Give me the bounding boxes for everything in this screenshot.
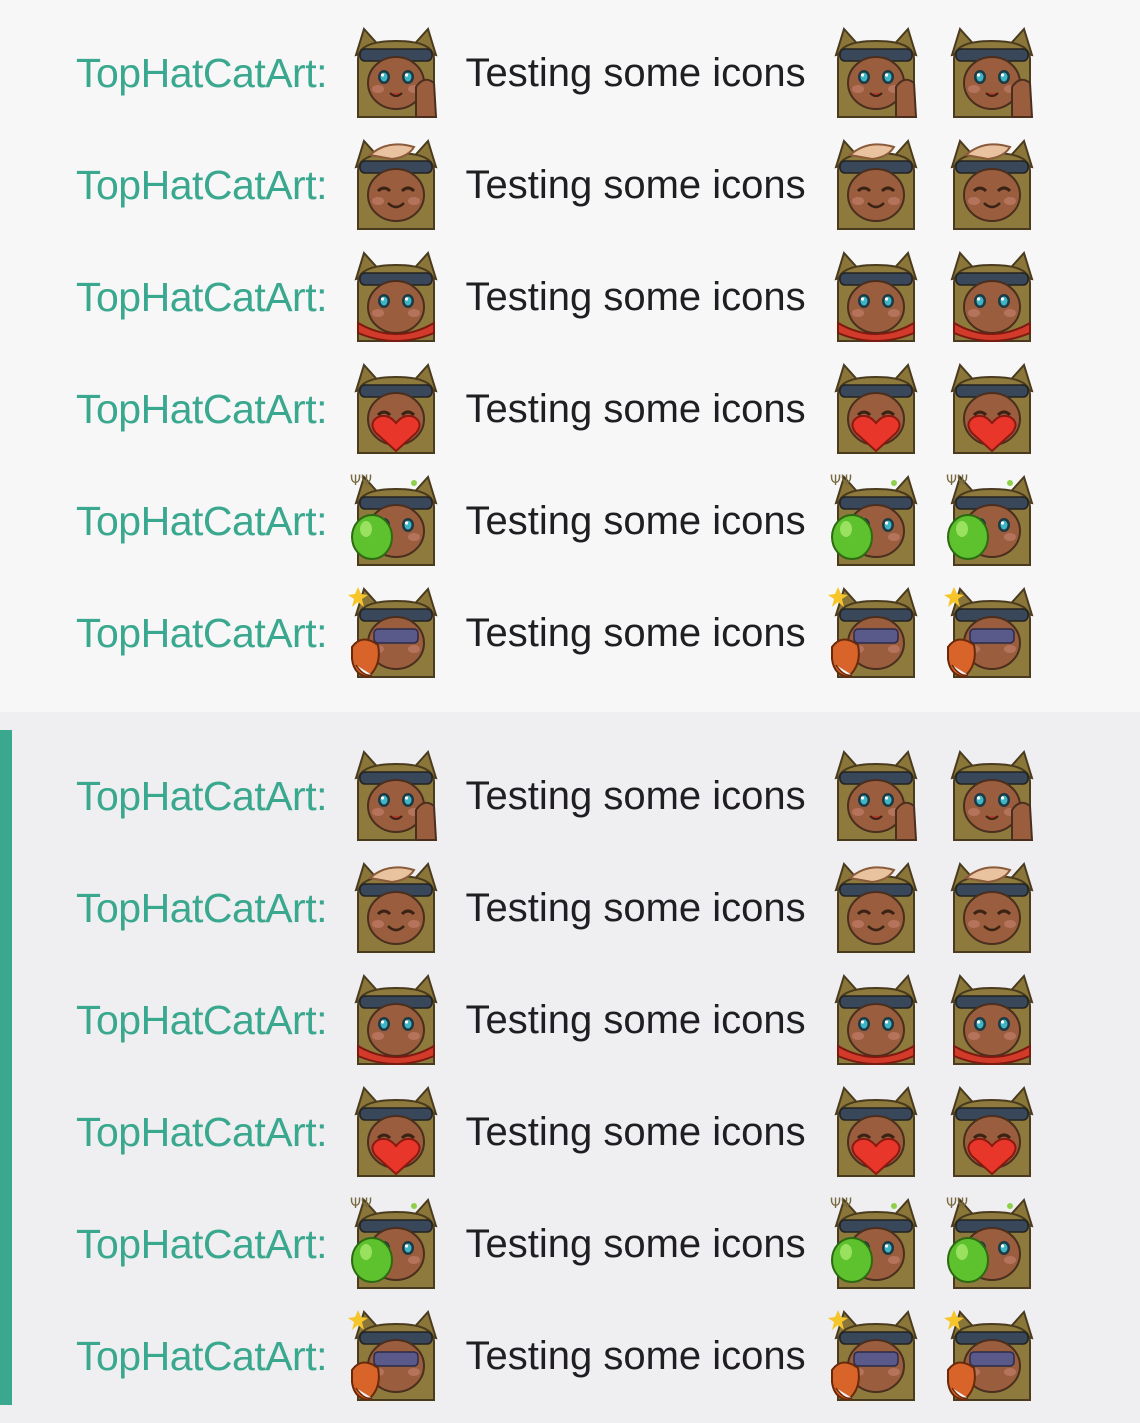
username-colon: : bbox=[316, 1108, 328, 1155]
chat-message: TopHatCatArt: Testing some icons bbox=[0, 1300, 1140, 1412]
cat-pat-emote bbox=[944, 860, 1040, 956]
svg-text:ΨΨ: ΨΨ bbox=[350, 1196, 372, 1212]
chat-message-text: Testing some icons bbox=[465, 498, 806, 543]
chat-message: TopHatCatArt: Testing some icons bbox=[0, 577, 1140, 689]
highlighted-message-group: TopHatCatArt: Testing some icons TopHatC… bbox=[0, 712, 1140, 1423]
chat-message: TopHatCatArt: Testing some icons bbox=[0, 1076, 1140, 1188]
chat-username[interactable]: TopHatCatArt bbox=[76, 498, 317, 545]
svg-text:ΨΨ: ΨΨ bbox=[350, 473, 372, 489]
chat-message-text: Testing some icons bbox=[465, 610, 806, 655]
chat-message-text: Testing some icons bbox=[465, 1221, 806, 1266]
cat-scarf-emote bbox=[828, 249, 924, 345]
cat-heart-emote bbox=[828, 361, 924, 457]
cat-potion-emote: ΨΨ bbox=[348, 473, 444, 569]
chat-username[interactable]: TopHatCatArt bbox=[76, 1221, 317, 1268]
cat-wave-emote bbox=[944, 25, 1040, 121]
chat-message-text: Testing some icons bbox=[465, 885, 806, 930]
chat-message: TopHatCatArt: Testing some icons bbox=[0, 353, 1140, 465]
svg-text:ΨΨ: ΨΨ bbox=[830, 473, 852, 489]
chat-message: TopHatCatArt: Testing some icons bbox=[0, 852, 1140, 964]
username-colon: : bbox=[316, 49, 328, 96]
cat-wave-emote bbox=[828, 25, 924, 121]
cat-pat-emote bbox=[944, 137, 1040, 233]
cat-scarf-emote bbox=[348, 972, 444, 1068]
chat-message-text: Testing some icons bbox=[465, 50, 806, 95]
cat-scarf-emote bbox=[944, 249, 1040, 345]
cat-scarf-emote bbox=[944, 972, 1040, 1068]
chat-message: TopHatCatArt: Testing some icons bbox=[0, 17, 1140, 129]
chat-message-text: Testing some icons bbox=[465, 1109, 806, 1154]
cat-heart-emote bbox=[348, 361, 444, 457]
cat-pat-emote bbox=[828, 860, 924, 956]
message-group: TopHatCatArt: Testing some icons TopHatC… bbox=[0, 0, 1140, 712]
cat-fox-emote bbox=[827, 585, 924, 681]
chat-message-text: Testing some icons bbox=[465, 386, 806, 431]
chat-username[interactable]: TopHatCatArt bbox=[76, 274, 317, 321]
username-colon: : bbox=[316, 1220, 328, 1267]
cat-fox-emote bbox=[943, 1308, 1040, 1404]
cat-fox-emote bbox=[347, 585, 444, 681]
chat-message-text: Testing some icons bbox=[465, 1333, 806, 1378]
chat-username[interactable]: TopHatCatArt bbox=[76, 610, 317, 657]
cat-wave-emote bbox=[828, 748, 924, 844]
cat-fox-emote bbox=[827, 1308, 924, 1404]
username-colon: : bbox=[316, 161, 328, 208]
cat-potion-emote: ΨΨ bbox=[828, 1196, 924, 1292]
username-colon: : bbox=[316, 884, 328, 931]
cat-potion-emote: ΨΨ bbox=[944, 473, 1040, 569]
cat-pat-emote bbox=[828, 137, 924, 233]
svg-text:ΨΨ: ΨΨ bbox=[830, 1196, 852, 1212]
cat-potion-emote: ΨΨ bbox=[828, 473, 924, 569]
chat-username[interactable]: TopHatCatArt bbox=[76, 885, 317, 932]
chat-username[interactable]: TopHatCatArt bbox=[76, 386, 317, 433]
username-colon: : bbox=[316, 385, 328, 432]
chat-message: TopHatCatArt: Testing some icons bbox=[0, 964, 1140, 1076]
cat-wave-emote bbox=[944, 748, 1040, 844]
cat-wave-emote bbox=[348, 25, 444, 121]
chat-message: TopHatCatArt: ΨΨ Testing some icons ΨΨ Ψ… bbox=[0, 1188, 1140, 1300]
chat-message-text: Testing some icons bbox=[465, 997, 806, 1042]
cat-scarf-emote bbox=[828, 972, 924, 1068]
cat-scarf-emote bbox=[348, 249, 444, 345]
highlight-accent-bar bbox=[0, 730, 12, 1405]
cat-heart-emote bbox=[348, 1084, 444, 1180]
username-colon: : bbox=[316, 772, 328, 819]
username-colon: : bbox=[316, 996, 328, 1043]
username-colon: : bbox=[316, 609, 328, 656]
chat-username[interactable]: TopHatCatArt bbox=[76, 1333, 317, 1380]
chat-message-text: Testing some icons bbox=[465, 162, 806, 207]
cat-fox-emote bbox=[347, 1308, 444, 1404]
chat-message: TopHatCatArt: ΨΨ Testing some icons ΨΨ Ψ… bbox=[0, 465, 1140, 577]
cat-heart-emote bbox=[828, 1084, 924, 1180]
username-colon: : bbox=[316, 1332, 328, 1379]
username-colon: : bbox=[316, 497, 328, 544]
svg-text:ΨΨ: ΨΨ bbox=[946, 1196, 968, 1212]
cat-potion-emote: ΨΨ bbox=[944, 1196, 1040, 1292]
cat-heart-emote bbox=[944, 1084, 1040, 1180]
cat-pat-emote bbox=[348, 137, 444, 233]
svg-text:ΨΨ: ΨΨ bbox=[946, 473, 968, 489]
chat-message: TopHatCatArt: Testing some icons bbox=[0, 740, 1140, 852]
chat-message-text: Testing some icons bbox=[465, 274, 806, 319]
chat-username[interactable]: TopHatCatArt bbox=[76, 162, 317, 209]
username-colon: : bbox=[316, 273, 328, 320]
cat-pat-emote bbox=[348, 860, 444, 956]
chat-message: TopHatCatArt: Testing some icons bbox=[0, 241, 1140, 353]
cat-potion-emote: ΨΨ bbox=[348, 1196, 444, 1292]
chat-username[interactable]: TopHatCatArt bbox=[76, 50, 317, 97]
cat-fox-emote bbox=[943, 585, 1040, 681]
chat-username[interactable]: TopHatCatArt bbox=[76, 773, 317, 820]
cat-wave-emote bbox=[348, 748, 444, 844]
chat-username[interactable]: TopHatCatArt bbox=[76, 997, 317, 1044]
chat-message-text: Testing some icons bbox=[465, 773, 806, 818]
chat-message: TopHatCatArt: Testing some icons bbox=[0, 129, 1140, 241]
chat-username[interactable]: TopHatCatArt bbox=[76, 1109, 317, 1156]
cat-heart-emote bbox=[944, 361, 1040, 457]
chat-log: TopHatCatArt: Testing some icons TopHatC… bbox=[0, 0, 1140, 1423]
